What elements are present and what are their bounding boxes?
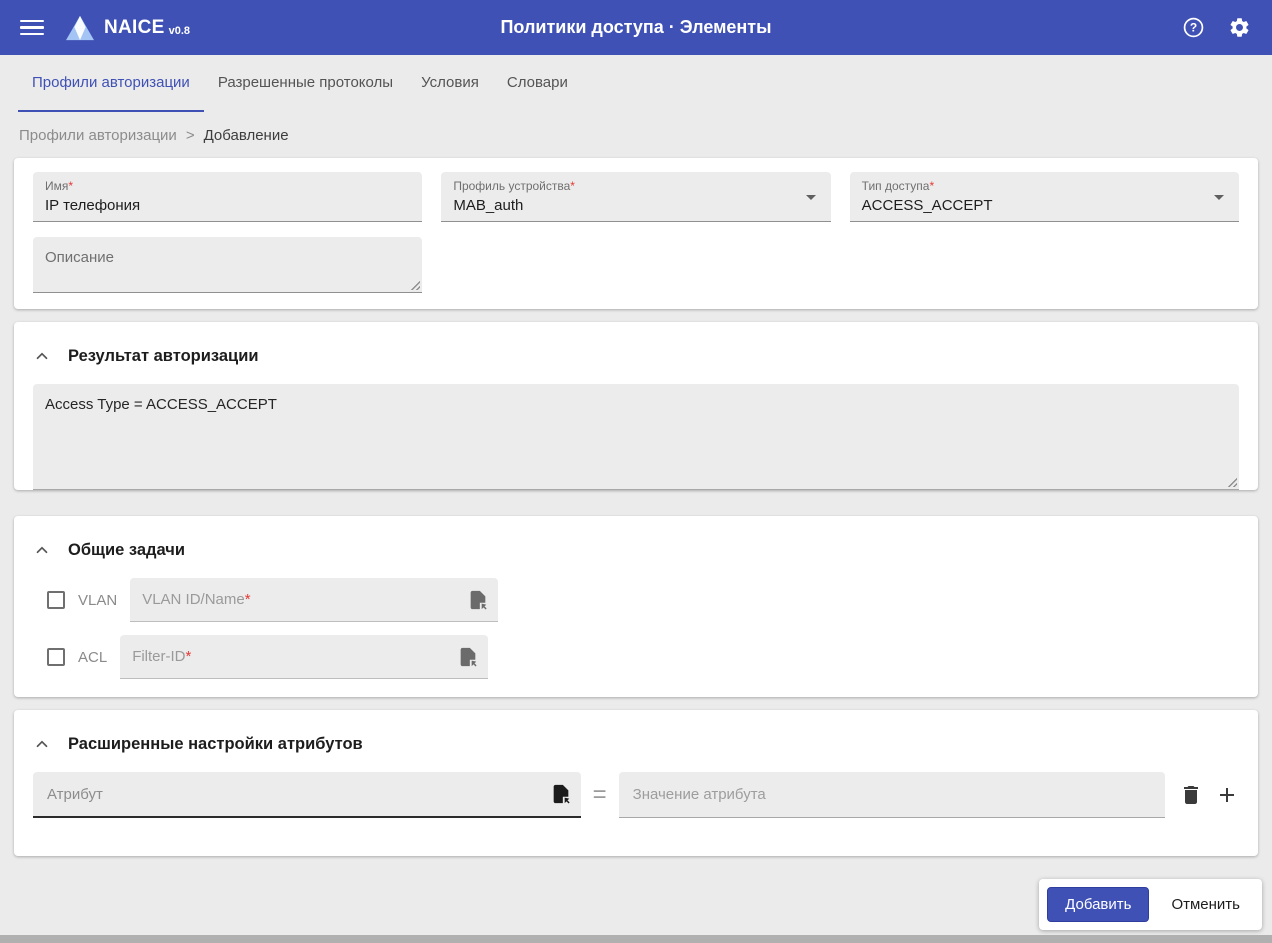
scrollbar-thumb[interactable] bbox=[0, 935, 1272, 943]
menu-icon[interactable] bbox=[20, 16, 44, 40]
attribute-value-field[interactable]: Значение атрибута bbox=[618, 772, 1165, 818]
filter-id-placeholder: Filter-ID* bbox=[132, 648, 192, 665]
acl-task-row: ACL Filter-ID* bbox=[33, 635, 1239, 679]
form-actions-bar: Добавить Отменить bbox=[1039, 879, 1262, 930]
breadcrumb-parent[interactable]: Профили авторизации bbox=[19, 127, 177, 145]
vlan-id-placeholder: VLAN ID/Name* bbox=[142, 591, 251, 608]
chevron-down-icon bbox=[805, 194, 816, 200]
tab-bar: Профили авторизации Разрешенные протокол… bbox=[0, 55, 1272, 112]
brand-name: NAICE bbox=[104, 16, 165, 38]
acl-checkbox-label: ACL bbox=[78, 648, 108, 666]
attribute-field[interactable]: Атрибут bbox=[33, 772, 581, 818]
description-textarea[interactable]: Описание bbox=[33, 237, 423, 293]
description-label: Описание bbox=[45, 249, 115, 266]
tab-allowed-protocols[interactable]: Разрешенные протоколы bbox=[204, 55, 407, 112]
tab-dictionaries[interactable]: Словари bbox=[493, 55, 582, 112]
access-type-label: Тип доступа* bbox=[861, 179, 935, 193]
advanced-attributes-card: Расширенные настройки атрибутов Атрибут … bbox=[14, 710, 1258, 856]
gear-icon[interactable] bbox=[1226, 15, 1252, 41]
section-title-advanced: Расширенные настройки атрибутов bbox=[68, 735, 363, 753]
name-label: Имя* bbox=[45, 179, 74, 193]
resize-handle[interactable] bbox=[1226, 476, 1237, 487]
device-profile-label: Профиль устройства* bbox=[453, 179, 575, 193]
acl-checkbox[interactable] bbox=[47, 648, 65, 666]
collapse-chevron-icon[interactable] bbox=[33, 735, 51, 753]
name-input[interactable] bbox=[45, 197, 411, 215]
breadcrumb-current: Добавление bbox=[203, 127, 289, 144]
trash-icon[interactable] bbox=[1179, 783, 1203, 807]
svg-text:?: ? bbox=[1189, 21, 1196, 35]
resize-handle[interactable] bbox=[409, 279, 421, 290]
collapse-chevron-icon[interactable] bbox=[33, 347, 51, 365]
tab-auth-profiles[interactable]: Профили авторизации bbox=[18, 55, 204, 112]
chevron-down-icon bbox=[1214, 194, 1224, 200]
breadcrumb: Профили авторизации > Добавление bbox=[0, 112, 1272, 158]
auth-result-textarea[interactable]: Access Type = ACCESS_ACCEPT bbox=[33, 384, 1239, 490]
breadcrumb-separator: > bbox=[185, 127, 195, 144]
profile-form-card: Имя* Профиль устройства* MAB_auth Тип до… bbox=[14, 158, 1258, 309]
app-logo-icon bbox=[64, 14, 96, 42]
insert-from-dictionary-icon[interactable] bbox=[467, 589, 489, 611]
equals-sign: = bbox=[592, 781, 607, 808]
vlan-checkbox[interactable] bbox=[47, 591, 65, 609]
section-title-common-tasks: Общие задачи bbox=[68, 541, 185, 559]
insert-from-dictionary-icon[interactable] bbox=[550, 783, 572, 805]
name-field[interactable]: Имя* bbox=[33, 172, 423, 222]
help-icon[interactable]: ? bbox=[1180, 15, 1206, 41]
section-title-auth-result: Результат авторизации bbox=[68, 347, 259, 365]
app-bar: NAICE v0.8 Политики доступа · Элементы ? bbox=[0, 0, 1272, 55]
vlan-checkbox-label: VLAN bbox=[78, 591, 118, 609]
page-title: Политики доступа · Элементы bbox=[500, 17, 772, 37]
horizontal-scrollbar[interactable] bbox=[0, 935, 1272, 943]
device-profile-select[interactable]: Профиль устройства* MAB_auth bbox=[441, 172, 831, 222]
attribute-placeholder: Атрибут bbox=[47, 785, 103, 803]
auth-result-text: Access Type = ACCESS_ACCEPT bbox=[45, 396, 277, 413]
access-type-select[interactable]: Тип доступа* ACCESS_ACCEPT bbox=[849, 172, 1239, 222]
device-profile-value: MAB_auth bbox=[453, 197, 524, 214]
collapse-chevron-icon[interactable] bbox=[33, 541, 51, 559]
app-version: v0.8 bbox=[168, 25, 191, 37]
common-tasks-card: Общие задачи VLAN VLAN ID/Name* ACL Filt… bbox=[14, 516, 1258, 697]
filter-id-field[interactable]: Filter-ID* bbox=[120, 635, 489, 679]
cancel-button[interactable]: Отменить bbox=[1157, 888, 1254, 921]
plus-icon[interactable] bbox=[1215, 783, 1239, 807]
attribute-value-placeholder: Значение атрибута bbox=[632, 786, 766, 803]
add-button[interactable]: Добавить bbox=[1047, 887, 1150, 922]
access-type-value: ACCESS_ACCEPT bbox=[861, 197, 993, 214]
vlan-task-row: VLAN VLAN ID/Name* bbox=[33, 578, 1239, 622]
tab-conditions[interactable]: Условия bbox=[407, 55, 493, 112]
attribute-row: Атрибут = Значение атрибута bbox=[33, 772, 1239, 818]
vlan-id-field[interactable]: VLAN ID/Name* bbox=[130, 578, 499, 622]
insert-from-dictionary-icon[interactable] bbox=[457, 646, 479, 668]
auth-result-card: Результат авторизации Access Type = ACCE… bbox=[14, 322, 1258, 490]
